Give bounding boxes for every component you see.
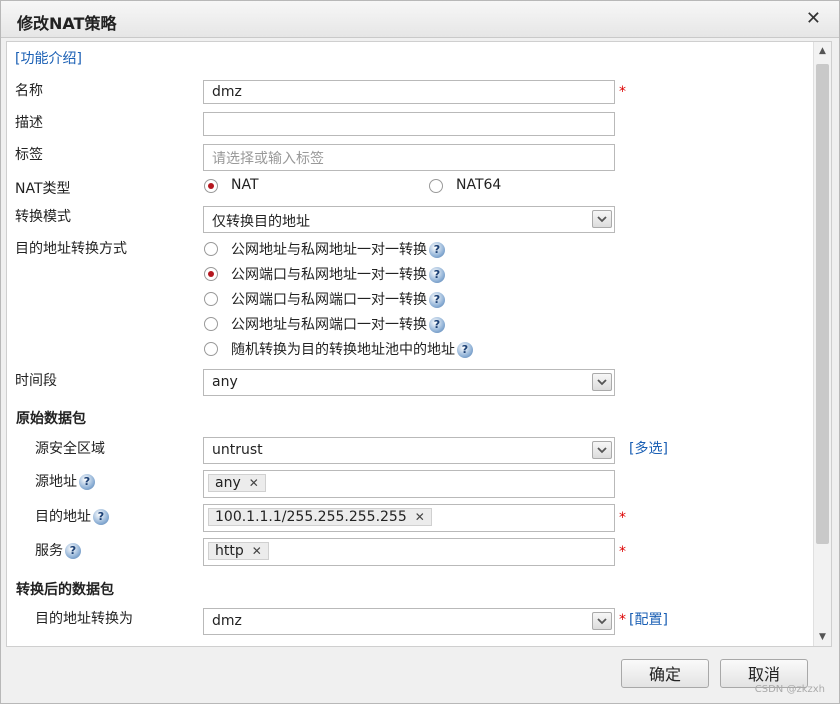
name-value: dmz [212, 84, 242, 100]
tag-placeholder: 请选择或输入标签 [212, 151, 324, 167]
name-input[interactable]: dmz [203, 80, 615, 104]
original-packet-section-title: 原始数据包 [16, 411, 86, 427]
dst-method-radio-5[interactable] [204, 342, 218, 356]
mode-select[interactable]: 仅转换目的地址 [203, 206, 615, 233]
dst-method-radio-2[interactable] [204, 267, 218, 281]
src-zone-label: 源安全区域 [35, 441, 105, 457]
service-required-mark: * [619, 544, 626, 560]
name-required-mark: * [619, 84, 626, 100]
dst-translate-required-mark: * [619, 612, 626, 628]
watermark: CSDN @zkzxh [754, 684, 825, 695]
help-icon[interactable]: ? [93, 509, 109, 525]
ok-button[interactable]: 确定 [621, 659, 709, 688]
src-addr-tag: any ✕ [208, 474, 266, 492]
remove-tag-icon[interactable]: ✕ [252, 544, 262, 558]
dst-method-option-3: 公网端口与私网端口一对一转换? [231, 289, 445, 309]
src-addr-input[interactable]: any ✕ [203, 470, 615, 498]
time-select[interactable]: any [203, 369, 615, 396]
service-input[interactable]: http ✕ [203, 538, 615, 566]
help-icon[interactable]: ? [429, 317, 445, 333]
dst-method-option-1: 公网地址与私网地址一对一转换? [231, 239, 445, 259]
scroll-up-icon[interactable]: ▲ [816, 44, 829, 58]
dst-method-option-4: 公网地址与私网端口一对一转换? [231, 314, 445, 334]
dst-addr-tag: 100.1.1.1/255.255.255.255 ✕ [208, 508, 432, 526]
dst-method-option-2-text: 公网端口与私网地址一对一转换 [231, 267, 427, 283]
close-icon[interactable]: ✕ [806, 8, 821, 29]
chevron-down-icon[interactable] [592, 210, 612, 228]
service-tag: http ✕ [208, 542, 269, 560]
help-icon[interactable]: ? [429, 242, 445, 258]
src-addr-label-text: 源地址 [35, 474, 77, 490]
service-label-text: 服务 [35, 543, 63, 559]
help-icon[interactable]: ? [429, 292, 445, 308]
description-input[interactable] [203, 112, 615, 136]
intro-link[interactable]: [功能介绍] [15, 48, 82, 68]
chevron-down-icon[interactable] [592, 441, 612, 459]
mode-value: 仅转换目的地址 [212, 214, 310, 230]
service-label: 服务? [35, 540, 81, 560]
name-label: 名称 [15, 83, 43, 99]
src-zone-value: untrust [212, 442, 263, 458]
dst-method-option-4-text: 公网地址与私网端口一对一转换 [231, 317, 427, 333]
dst-translate-value: dmz [212, 613, 242, 629]
tag-input[interactable]: 请选择或输入标签 [203, 144, 615, 171]
dst-method-option-1-text: 公网地址与私网地址一对一转换 [231, 242, 427, 258]
description-label: 描述 [15, 115, 43, 131]
dialog-titlebar[interactable]: 修改NAT策略 ✕ [1, 1, 839, 38]
help-icon[interactable]: ? [65, 543, 81, 559]
multi-select-link[interactable]: [多选] [629, 438, 668, 458]
dst-method-label: 目的地址转换方式 [15, 241, 127, 257]
nat-type-label: NAT类型 [15, 181, 71, 197]
help-icon[interactable]: ? [79, 474, 95, 490]
nat-policy-dialog: 修改NAT策略 ✕ [功能介绍] 名称 dmz * 描述 标签 请选择或输入标签… [0, 0, 840, 704]
nat-type-radio-nat[interactable] [204, 179, 218, 193]
dst-addr-required-mark: * [619, 510, 626, 526]
scrollbar-thumb[interactable] [816, 64, 829, 544]
nat-type-option-nat64: NAT64 [456, 177, 502, 193]
dst-translate-select[interactable]: dmz [203, 608, 615, 635]
src-addr-tag-text: any [215, 475, 241, 491]
tag-label: 标签 [15, 147, 43, 163]
dst-addr-input[interactable]: 100.1.1.1/255.255.255.255 ✕ [203, 504, 615, 532]
vertical-scrollbar[interactable]: ▲ ▼ [813, 42, 831, 646]
dialog-title: 修改NAT策略 [17, 14, 117, 33]
dst-method-radio-1[interactable] [204, 242, 218, 256]
src-zone-select[interactable]: untrust [203, 437, 615, 464]
remove-tag-icon[interactable]: ✕ [249, 476, 259, 490]
src-addr-label: 源地址? [35, 471, 95, 491]
dialog-footer: 确定 取消 CSDN @zkzxh [1, 647, 839, 703]
dst-addr-label: 目的地址? [35, 506, 109, 526]
time-label: 时间段 [15, 373, 57, 389]
form-content: [功能介绍] 名称 dmz * 描述 标签 请选择或输入标签 NAT类型 NAT… [6, 41, 832, 647]
chevron-down-icon[interactable] [592, 612, 612, 630]
dst-addr-label-text: 目的地址 [35, 509, 91, 525]
dst-method-option-5: 随机转换为目的转换地址池中的地址? [231, 339, 473, 359]
dst-method-option-3-text: 公网端口与私网端口一对一转换 [231, 292, 427, 308]
mode-label: 转换模式 [15, 209, 71, 225]
nat-type-option-nat: NAT [231, 177, 259, 193]
dst-method-radio-3[interactable] [204, 292, 218, 306]
remove-tag-icon[interactable]: ✕ [415, 510, 425, 524]
dst-addr-tag-text: 100.1.1.1/255.255.255.255 [215, 509, 407, 525]
translated-packet-section-title: 转换后的数据包 [16, 582, 114, 598]
help-icon[interactable]: ? [429, 267, 445, 283]
dst-method-option-5-text: 随机转换为目的转换地址池中的地址 [231, 342, 455, 358]
time-value: any [212, 374, 238, 390]
scroll-down-icon[interactable]: ▼ [816, 630, 829, 644]
dst-method-option-2: 公网端口与私网地址一对一转换? [231, 264, 445, 284]
nat-type-radio-nat64[interactable] [429, 179, 443, 193]
chevron-down-icon[interactable] [592, 373, 612, 391]
service-tag-text: http [215, 543, 244, 559]
dst-method-radio-4[interactable] [204, 317, 218, 331]
help-icon[interactable]: ? [457, 342, 473, 358]
config-link[interactable]: [配置] [629, 609, 668, 629]
dst-translate-label: 目的地址转换为 [35, 611, 133, 627]
